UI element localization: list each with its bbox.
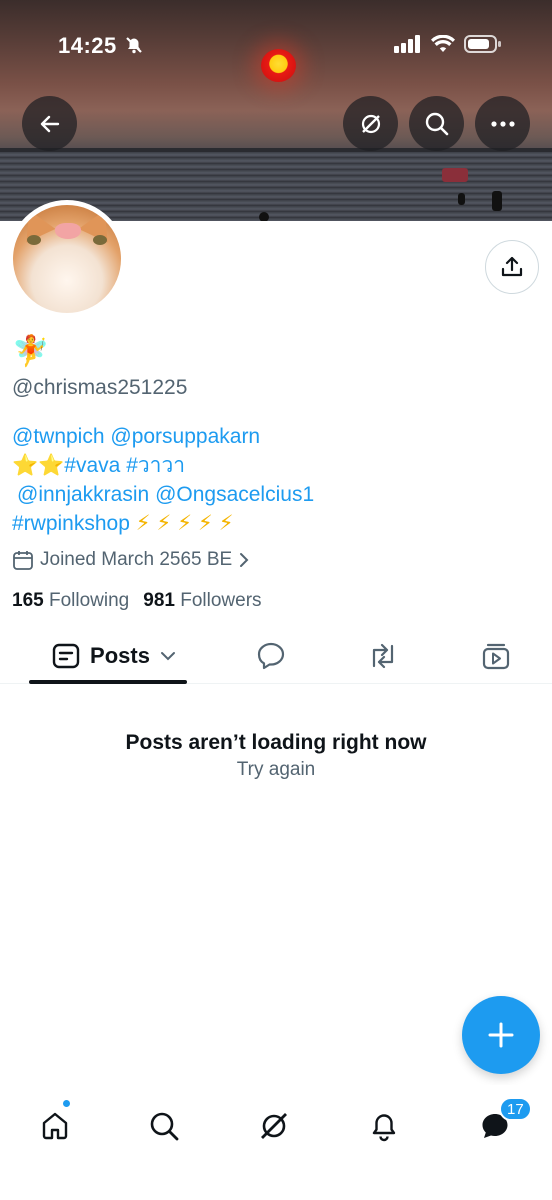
bio-line-2: ⭐⭐#vava #วาวา [12,451,314,480]
nav-notifications[interactable] [359,1101,409,1151]
more-dots-icon [490,120,515,127]
profile-tabs: Posts [0,628,552,684]
plus-icon [488,1022,514,1048]
mention-link[interactable]: @innjakkrasin [17,483,149,506]
tab-replies[interactable] [246,628,296,684]
joined-date[interactable]: Joined March 2565 BE [12,549,250,571]
lightning-emoji: ⚡⚡⚡⚡⚡ [135,512,240,535]
back-button[interactable] [22,96,77,151]
bio-line-3: @innjakkrasin @Ongsacelcius1 [12,480,314,509]
repost-icon [372,643,394,669]
video-collection-icon [482,643,510,670]
calendar-icon [13,551,33,570]
following-label: Following [48,590,130,611]
bell-icon [372,1114,396,1142]
try-again-link[interactable]: Try again [0,759,552,781]
cat-photo [13,205,121,313]
user-handle: @chrismas251225 [12,376,188,399]
back-arrow-icon [40,115,59,132]
banner-person [458,193,465,205]
profile-bio: @twnpich @porsuppakarn ⭐⭐#vava #วาวา @in… [12,422,314,538]
chevron-down-icon [160,652,175,661]
messages-badge: 17 [499,1097,532,1121]
banner-swimmer [259,212,269,221]
bell-muted-icon [124,35,144,60]
cat-eye [27,235,41,245]
tab-posts[interactable]: Posts [44,628,184,684]
share-icon [501,256,523,277]
bio-line-4: #rwpinkshop ⚡⚡⚡⚡⚡ [12,509,314,538]
cat-eye [93,235,107,245]
nav-search[interactable] [139,1101,189,1151]
follow-stats: 165 Following 981 Followers [12,590,262,612]
home-notification-dot [62,1099,71,1108]
empty-state-title: Posts aren’t loading right now [125,731,427,754]
mention-link[interactable]: @twnpich [12,425,105,448]
tab-posts-label: Posts [90,643,150,668]
hashtag-link[interactable]: #วาวา [126,454,185,477]
search-button[interactable] [409,96,464,151]
profile-avatar[interactable] [8,200,126,318]
banner-boat [442,168,468,182]
tab-media[interactable] [471,628,521,684]
followers-link[interactable]: 981 Followers [143,590,261,612]
cat-nose [55,223,81,239]
reply-bubble-icon [257,642,285,670]
following-count: 165 [12,590,44,611]
active-tab-indicator [29,680,187,684]
banner-sun [261,49,296,82]
battery-icon [464,35,501,53]
chevron-right-icon [240,553,249,567]
grok-icon [361,114,380,133]
status-time: 14:25 [58,33,117,58]
home-icon [42,1112,68,1140]
wifi-icon [431,35,455,52]
bio-line-1: @twnpich @porsuppakarn [12,422,314,451]
star-emoji: ⭐⭐ [12,454,65,477]
compose-post-button[interactable] [462,996,540,1074]
banner-person [492,191,502,211]
more-button[interactable] [475,96,530,151]
hashtag-link[interactable]: #vava [64,454,120,477]
tab-reposts[interactable] [358,628,408,684]
grok-icon [261,1113,287,1139]
nav-grok[interactable] [249,1101,299,1151]
posts-icon [52,643,80,669]
share-button[interactable] [485,240,539,294]
status-indicators [394,34,502,54]
followers-label: Followers [180,590,262,611]
mention-link[interactable]: @porsuppakarn [110,425,260,448]
search-icon [425,112,448,135]
mention-link[interactable]: @Ongsacelcius1 [155,483,314,506]
signal-icon [394,35,420,53]
following-link[interactable]: 165 Following [12,590,129,612]
nav-home[interactable] [30,1101,80,1151]
hashtag-link[interactable]: #rwpinkshop [12,512,130,535]
bottom-navigation [0,1085,552,1200]
followers-count: 981 [143,590,175,611]
joined-label: Joined March 2565 BE [40,549,233,570]
grok-button[interactable] [343,96,398,151]
search-icon [150,1112,179,1141]
display-name: 🧚 [12,335,50,368]
